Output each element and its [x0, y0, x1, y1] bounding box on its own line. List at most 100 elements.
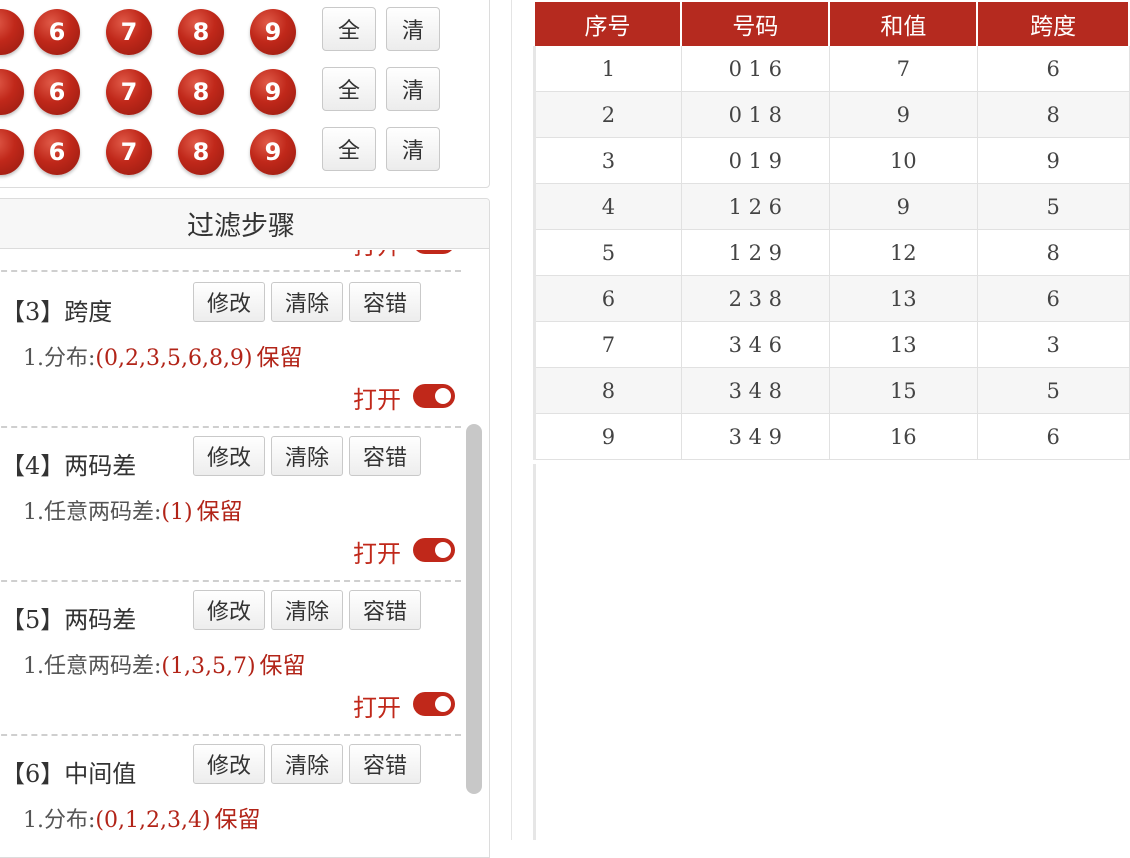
digit-ball[interactable]: 6	[34, 69, 80, 115]
tolerance-step-button[interactable]: 容错	[349, 282, 421, 322]
digit-ball[interactable]: 8	[178, 69, 224, 115]
cell-number: 2 3 8	[681, 275, 830, 322]
digit-picker: 6 7 8 9 全 清 6 7 8 9 全 清 6 7 8 9 全 清	[0, 0, 490, 188]
cell-sum: 7	[829, 46, 978, 92]
cell-span: 8	[977, 229, 1130, 276]
tolerance-step-button[interactable]: 容错	[349, 436, 421, 476]
condition-label: 1.任意两码差:	[23, 500, 162, 525]
tolerance-step-button[interactable]: 容错	[349, 744, 421, 784]
clear-step-button[interactable]: 清除	[271, 282, 343, 322]
filter-step-3: 【3】跨度 修改 清除 容错 1.分布:(0,2,3,5,6,8,9) 保留 打开	[0, 272, 461, 428]
clear-step-button[interactable]: 清除	[271, 436, 343, 476]
cell-index: 8	[533, 367, 682, 414]
col-header-sum: 和值	[829, 2, 979, 46]
cell-span: 5	[977, 183, 1130, 230]
cell-number: 1 2 6	[681, 183, 830, 230]
digit-ball[interactable]: 9	[250, 69, 296, 115]
step-condition: 1.分布:(0,2,3,5,6,8,9) 保留	[23, 338, 303, 372]
digit-ball[interactable]: 7	[106, 69, 152, 115]
condition-value: (1)	[161, 500, 193, 525]
results-table: 序号 号码 和值 跨度 1 0 1 6 7 6 2 0 1 8 9 8 3 0 …	[533, 2, 1130, 460]
table-row: 3 0 1 9 10 9	[533, 137, 1130, 184]
condition-value: (0,1,2,3,4)	[95, 808, 211, 833]
cell-sum: 13	[829, 321, 978, 368]
step-title: 【3】跨度	[1, 298, 113, 326]
digit-ball-5-cut[interactable]	[0, 9, 24, 55]
toggle-switch-icon[interactable]	[413, 692, 455, 716]
toggle-label: 打开	[353, 386, 401, 414]
step-condition: 1.任意两码差:(1,3,5,7) 保留	[23, 646, 306, 680]
clear-row-button[interactable]: 清	[386, 7, 440, 51]
toggle-label: 打开	[353, 540, 401, 568]
table-row: 1 0 1 6 7 6	[533, 46, 1130, 92]
select-all-button[interactable]: 全	[322, 7, 376, 51]
condition-label: 1.任意两码差:	[23, 654, 162, 679]
cell-span: 8	[977, 91, 1130, 138]
condition-label: 1.分布:	[23, 346, 96, 371]
table-row: 5 1 2 9 12 8	[533, 229, 1130, 276]
keep-label: 保留	[214, 807, 261, 833]
cell-index: 2	[533, 91, 682, 138]
step-condition: 1.分布:(0,1,2,3,4) 保留	[23, 800, 261, 834]
filter-steps-list[interactable]: 打开 【3】跨度 修改 清除 容错 1.分布:(0,2,3,5,6,8,9)保留…	[0, 250, 461, 857]
digit-ball-5-cut[interactable]	[0, 69, 24, 115]
cell-sum: 13	[829, 275, 978, 322]
edit-step-button[interactable]: 修改	[193, 282, 265, 322]
digit-ball[interactable]: 7	[106, 9, 152, 55]
cell-index: 9	[533, 413, 682, 460]
cell-index: 7	[533, 321, 682, 368]
cell-index: 3	[533, 137, 682, 184]
digit-ball[interactable]: 7	[106, 129, 152, 175]
cell-sum: 15	[829, 367, 978, 414]
table-row: 2 0 1 8 9 8	[533, 91, 1130, 138]
digit-ball[interactable]: 8	[178, 9, 224, 55]
digit-ball[interactable]: 9	[250, 9, 296, 55]
cell-sum: 16	[829, 413, 978, 460]
digit-ball[interactable]: 6	[34, 9, 80, 55]
keep-label: 保留	[259, 653, 306, 679]
keep-label: 保留	[196, 499, 243, 525]
cell-index: 1	[533, 46, 682, 92]
filter-panel-title: 过滤步骤	[187, 211, 295, 242]
cell-number: 0 1 9	[681, 137, 830, 184]
cell-number: 1 2 9	[681, 229, 830, 276]
table-header-row: 序号 号码 和值 跨度	[534, 2, 1130, 46]
cell-span: 3	[977, 321, 1130, 368]
toggle-switch-icon[interactable]	[413, 250, 455, 254]
cell-number: 0 1 6	[681, 46, 830, 92]
picker-row-2: 6 7 8 9 全 清	[0, 61, 491, 121]
cell-number: 3 4 6	[681, 321, 830, 368]
keep-label: 保留	[256, 345, 303, 371]
digit-ball[interactable]: 6	[34, 129, 80, 175]
cell-index: 5	[533, 229, 682, 276]
edit-step-button[interactable]: 修改	[193, 590, 265, 630]
clear-step-button[interactable]: 清除	[271, 590, 343, 630]
table-row: 6 2 3 8 13 6	[533, 275, 1130, 322]
toggle-switch-icon[interactable]	[413, 538, 455, 562]
clear-step-button[interactable]: 清除	[271, 744, 343, 784]
filter-step-6: 【6】中间值 修改 清除 容错 1.分布:(0,1,2,3,4) 保留	[0, 734, 461, 857]
edit-step-button[interactable]: 修改	[193, 436, 265, 476]
toggle-switch-icon[interactable]	[413, 384, 455, 408]
toggle-label: 打开	[353, 694, 401, 722]
clear-row-button[interactable]: 清	[386, 67, 440, 111]
filter-step-4: 【4】两码差 修改 清除 容错 1.任意两码差:(1) 保留 打开	[0, 426, 461, 582]
condition-label: 1.分布:	[23, 808, 96, 833]
digit-ball[interactable]: 8	[178, 129, 224, 175]
cell-sum: 9	[829, 91, 978, 138]
cell-span: 6	[977, 413, 1130, 460]
col-header-number: 号码	[681, 2, 831, 46]
table-row: 7 3 4 6 13 3	[533, 321, 1130, 368]
tolerance-step-button[interactable]: 容错	[349, 590, 421, 630]
step-title: 【5】两码差	[1, 606, 137, 634]
clear-row-button[interactable]: 清	[386, 127, 440, 171]
edit-step-button[interactable]: 修改	[193, 744, 265, 784]
cell-index: 6	[533, 275, 682, 322]
digit-ball[interactable]: 9	[250, 129, 296, 175]
select-all-button[interactable]: 全	[322, 67, 376, 111]
picker-row-1: 6 7 8 9 全 清	[0, 1, 491, 61]
select-all-button[interactable]: 全	[322, 127, 376, 171]
col-header-span: 跨度	[977, 2, 1130, 46]
digit-ball-5-cut[interactable]	[0, 129, 24, 175]
filter-list-scrollbar[interactable]	[466, 424, 482, 794]
